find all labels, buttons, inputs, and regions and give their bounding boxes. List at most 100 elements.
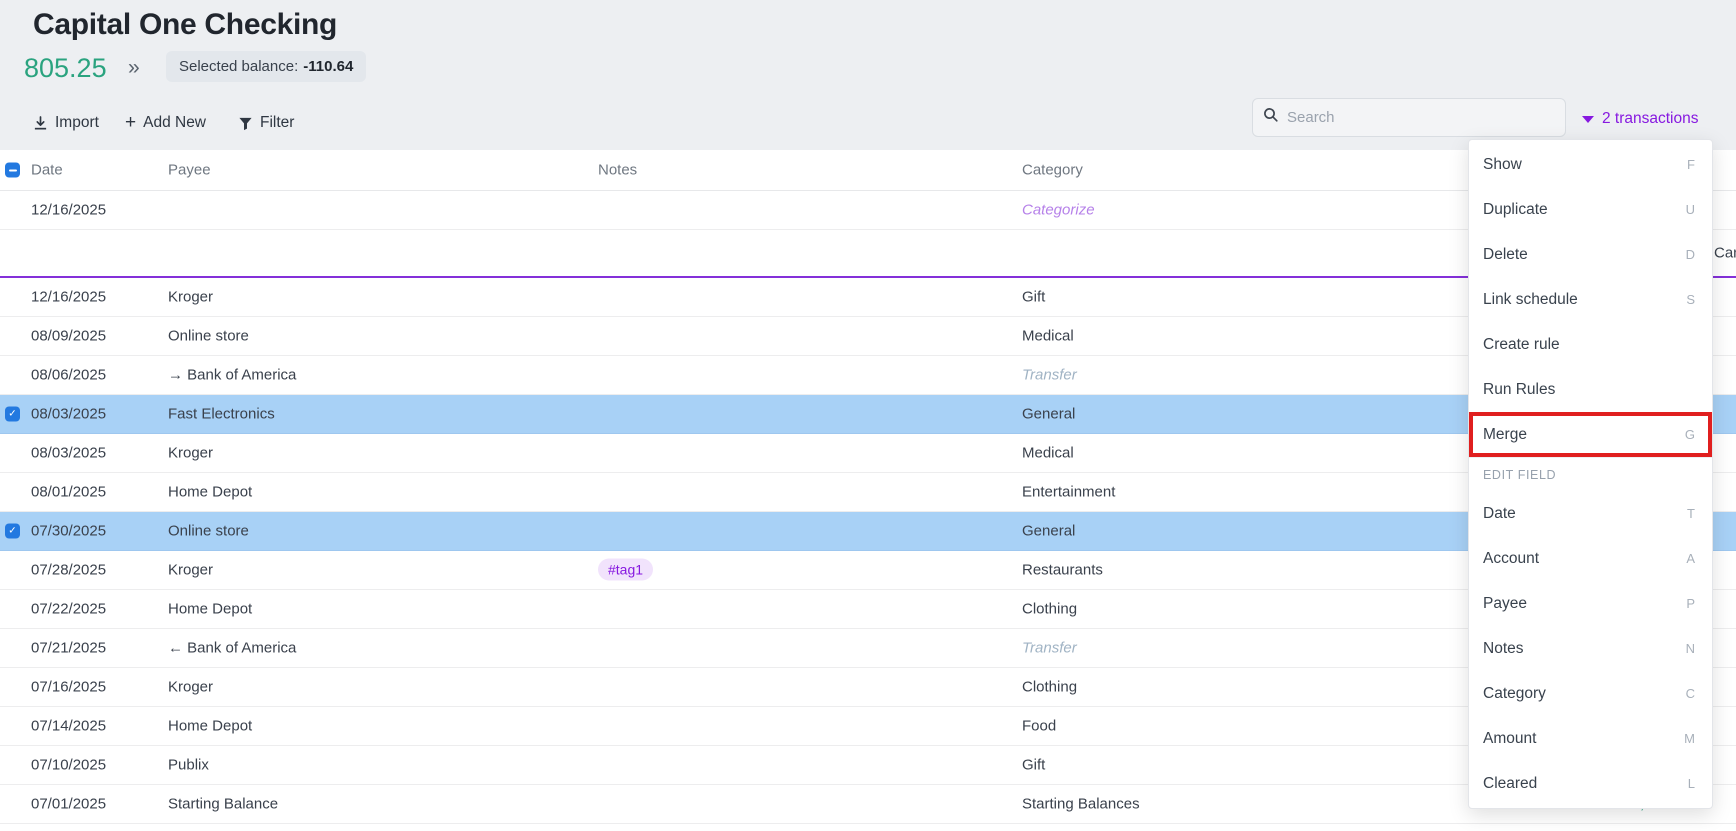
expand-balance-icon[interactable]: » — [128, 56, 140, 80]
cell-date[interactable]: 07/28/2025 — [31, 562, 106, 579]
add-new-button[interactable]: + Add New — [125, 108, 206, 138]
cell-payee[interactable]: Starting Balance — [168, 796, 278, 813]
menu-shortcut-hint: U — [1686, 202, 1695, 217]
transaction-context-menu: Show F DuplicateUDeleteD Link schedule S Crea… — [1468, 139, 1713, 809]
cancel-button[interactable]: Cancel — [1714, 245, 1736, 262]
cell-category[interactable]: Food — [1022, 718, 1056, 735]
cell-category[interactable]: Medical — [1022, 445, 1074, 462]
cell-date[interactable]: 08/01/2025 — [31, 484, 106, 501]
menu-item-label: Show — [1483, 156, 1522, 174]
menu-item-label: Link schedule — [1483, 291, 1578, 309]
cell-payee[interactable]: Home Depot — [168, 484, 252, 501]
chevron-down-icon — [1582, 116, 1594, 123]
cell-date[interactable]: 07/30/2025 — [31, 523, 106, 540]
menu-item-cleared[interactable]: Cleared L — [1469, 761, 1712, 806]
cell-date[interactable]: 07/21/2025 — [31, 640, 106, 657]
import-button[interactable]: Import — [33, 108, 99, 138]
cell-date[interactable]: 12/16/2025 — [31, 202, 106, 219]
cell-payee[interactable]: Kroger — [168, 289, 213, 306]
account-page: Capital One Checking 805.25 » Selected b… — [0, 0, 1736, 831]
cell-date[interactable]: 12/16/2025 — [31, 289, 106, 306]
cell-category[interactable]: Transfer — [1022, 367, 1077, 384]
cell-payee[interactable]: Kroger — [168, 562, 213, 579]
cell-category[interactable]: Clothing — [1022, 679, 1077, 696]
cell-category[interactable]: General — [1022, 523, 1075, 540]
cell-category[interactable]: Gift — [1022, 289, 1045, 306]
cell-date[interactable]: 08/09/2025 — [31, 328, 106, 345]
cell-date[interactable]: 07/01/2025 — [31, 796, 106, 813]
check-icon: ✓ — [8, 526, 16, 536]
cell-payee[interactable]: ← Bank of America — [168, 640, 296, 657]
menu-item-payee[interactable]: PayeeP — [1469, 581, 1712, 626]
cell-payee[interactable]: Publix — [168, 757, 209, 774]
menu-item-label: Amount — [1483, 730, 1536, 748]
row-checkbox[interactable]: ✓ — [5, 407, 20, 422]
menu-item-amount[interactable]: Amount M — [1469, 716, 1712, 761]
cell-category[interactable]: Gift — [1022, 757, 1045, 774]
cell-category[interactable]: Medical — [1022, 328, 1074, 345]
account-balance[interactable]: 805.25 — [24, 53, 107, 84]
cell-category[interactable]: Restaurants — [1022, 562, 1103, 579]
cell-category[interactable]: General — [1022, 406, 1075, 423]
menu-item-delete[interactable]: DeleteD — [1469, 232, 1712, 277]
cell-payee[interactable]: Kroger — [168, 445, 213, 462]
selected-transactions-menu-button[interactable]: 2 transactions — [1582, 110, 1699, 128]
import-label: Import — [55, 114, 99, 132]
menu-shortcut-hint: A — [1686, 551, 1695, 566]
menu-shortcut-hint: F — [1687, 157, 1695, 172]
menu-item-notes[interactable]: NotesN — [1469, 626, 1712, 671]
cell-date[interactable]: 08/03/2025 — [31, 406, 106, 423]
select-all-checkbox[interactable] — [5, 163, 20, 178]
cell-category[interactable]: Categorize — [1022, 202, 1095, 219]
search-input[interactable] — [1287, 109, 1555, 126]
cell-date[interactable]: 07/14/2025 — [31, 718, 106, 735]
menu-item-label: Create rule — [1483, 336, 1560, 354]
cell-date[interactable]: 07/22/2025 — [31, 601, 106, 618]
cell-category[interactable]: Transfer — [1022, 640, 1077, 657]
menu-item-label: Cleared — [1483, 775, 1537, 793]
search-box[interactable] — [1252, 98, 1566, 137]
menu-shortcut-hint: C — [1686, 686, 1695, 701]
row-checkbox[interactable]: ✓ — [5, 524, 20, 539]
menu-shortcut-hint: D — [1686, 247, 1695, 262]
cell-payee[interactable]: Kroger — [168, 679, 213, 696]
menu-item-category[interactable]: Category C — [1469, 671, 1712, 716]
cell-payee[interactable]: Online store — [168, 523, 249, 540]
cell-notes[interactable]: #tag1 — [598, 562, 653, 579]
cell-payee[interactable]: Home Depot — [168, 601, 252, 618]
add-new-label: Add New — [143, 114, 206, 132]
menu-shortcut-hint: N — [1686, 641, 1695, 656]
menu-shortcut-hint: S — [1686, 292, 1695, 307]
cell-category[interactable]: Entertainment — [1022, 484, 1115, 501]
menu-item-merge[interactable]: MergeG — [1469, 412, 1712, 457]
filter-button[interactable]: Filter — [238, 108, 294, 138]
cell-date[interactable]: 08/06/2025 — [31, 367, 106, 384]
note-tag[interactable]: #tag1 — [598, 559, 653, 581]
cell-category[interactable]: Clothing — [1022, 601, 1077, 618]
search-icon — [1263, 107, 1279, 128]
menu-item-date[interactable]: DateT — [1469, 491, 1712, 536]
check-icon: ✓ — [8, 409, 16, 419]
menu-item-show[interactable]: Show F — [1469, 142, 1712, 187]
cell-payee[interactable]: Home Depot — [168, 718, 252, 735]
cell-date[interactable]: 08/03/2025 — [31, 445, 106, 462]
menu-shortcut-hint: L — [1688, 776, 1695, 791]
cell-payee[interactable]: → Bank of America — [168, 367, 296, 384]
cell-category[interactable]: Starting Balances — [1022, 796, 1140, 813]
cell-payee[interactable]: Online store — [168, 328, 249, 345]
menu-item-create-rule[interactable]: Create rule — [1469, 322, 1712, 367]
menu-item-account[interactable]: AccountA — [1469, 536, 1712, 581]
indeterminate-icon — [9, 169, 17, 171]
import-icon — [33, 116, 48, 131]
menu-item-run-rules[interactable]: Run Rules — [1469, 367, 1712, 412]
menu-item-label: Category — [1483, 685, 1546, 703]
cell-payee[interactable]: Fast Electronics — [168, 406, 275, 423]
menu-item-duplicate[interactable]: DuplicateU — [1469, 187, 1712, 232]
menu-shortcut-hint: M — [1684, 731, 1695, 746]
selected-balance-value: -110.64 — [303, 58, 353, 75]
menu-item-link-schedule[interactable]: Link schedule S — [1469, 277, 1712, 322]
cell-date[interactable]: 07/16/2025 — [31, 679, 106, 696]
cell-date[interactable]: 07/10/2025 — [31, 757, 106, 774]
filter-label: Filter — [260, 114, 294, 132]
selection-summary: 2 transactions — [1602, 110, 1699, 128]
